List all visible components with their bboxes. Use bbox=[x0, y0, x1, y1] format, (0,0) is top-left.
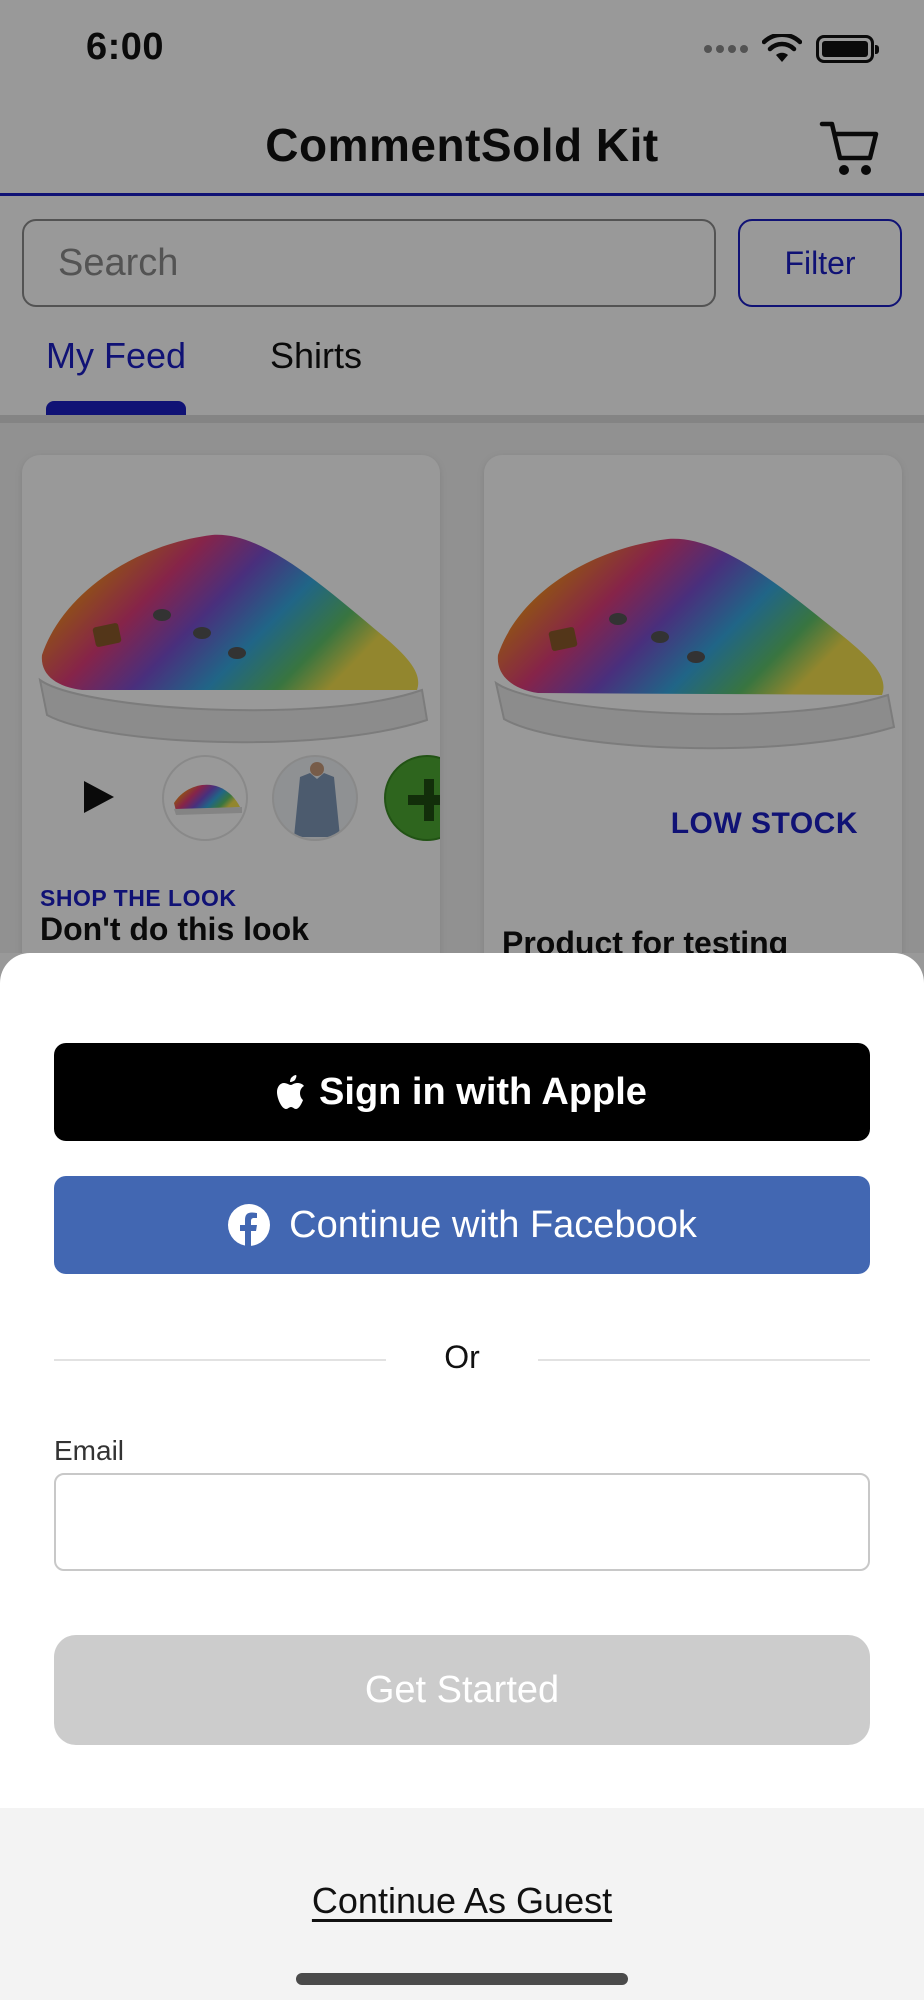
or-divider-text: Or bbox=[444, 1339, 480, 1375]
home-indicator bbox=[296, 1973, 628, 1985]
apple-button-label: Sign in with Apple bbox=[319, 1070, 647, 1113]
facebook-button-label: Continue with Facebook bbox=[289, 1203, 697, 1246]
sign-in-sheet: Sign in with Apple Continue with Faceboo… bbox=[0, 953, 924, 2000]
email-input[interactable] bbox=[54, 1473, 870, 1571]
sign-in-with-apple-button[interactable]: Sign in with Apple bbox=[54, 1043, 870, 1141]
divider-line-left bbox=[54, 1359, 386, 1361]
get-started-button[interactable]: Get Started bbox=[54, 1635, 870, 1745]
continue-with-facebook-button[interactable]: Continue with Facebook bbox=[54, 1176, 870, 1274]
email-label: Email bbox=[54, 1435, 125, 1466]
continue-as-guest-link[interactable]: Continue As Guest bbox=[0, 1880, 924, 1922]
divider-line-right bbox=[538, 1359, 870, 1361]
guest-footer: Continue As Guest bbox=[0, 1808, 924, 2000]
apple-logo-icon bbox=[277, 1075, 305, 1109]
facebook-logo-icon bbox=[228, 1204, 271, 1247]
